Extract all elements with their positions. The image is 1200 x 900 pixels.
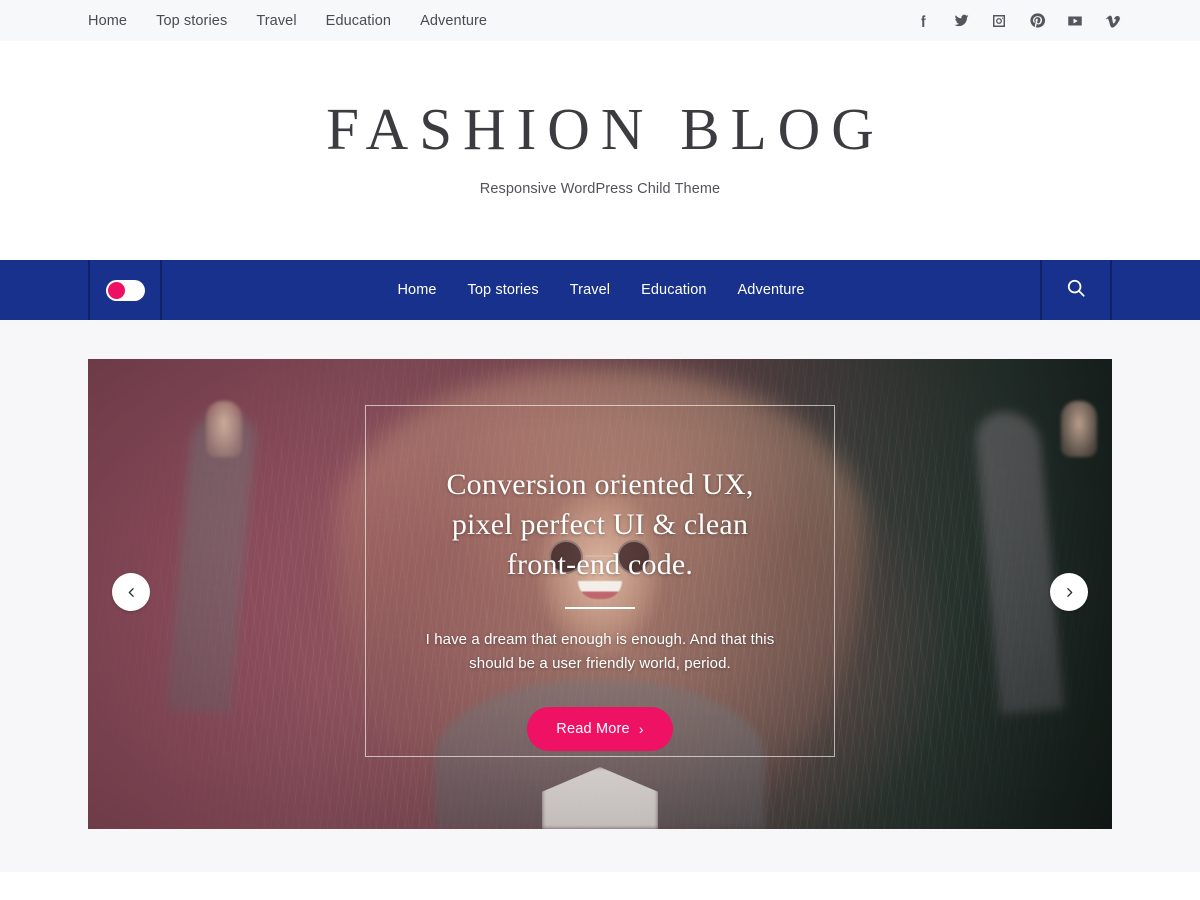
instagram-icon[interactable] <box>990 12 1008 30</box>
hero-slider-section: Conversion oriented UX, pixel perfect UI… <box>0 320 1200 872</box>
hero-subtitle-line-1: I have a dream that enough is enough. An… <box>425 630 775 648</box>
hero-subtitle: I have a dream that enough is enough. An… <box>320 628 880 678</box>
page-footer-area <box>0 872 1200 900</box>
site-header: FASHION BLOG Responsive WordPress Child … <box>0 41 1200 260</box>
chevron-right-icon: › <box>638 721 644 738</box>
hero-headline-line-1: Conversion oriented UX, <box>446 468 754 501</box>
search-icon[interactable] <box>1065 277 1087 304</box>
facebook-icon[interactable] <box>914 12 932 30</box>
top-nav-travel[interactable]: Travel <box>256 13 296 29</box>
hero-headline: Conversion oriented UX, pixel perfect UI… <box>320 465 880 585</box>
twitter-icon[interactable] <box>952 12 970 30</box>
search-button[interactable] <box>1040 260 1112 320</box>
primary-navbar: Home Top stories Travel Education Advent… <box>0 260 1200 320</box>
top-navigation: Home Top stories Travel Education Advent… <box>88 13 487 29</box>
top-utility-bar: Home Top stories Travel Education Advent… <box>0 0 1200 41</box>
read-more-label: Read More <box>556 721 630 738</box>
hero-subtitle-line-2: should be a user friendly world, period. <box>469 655 731 673</box>
menu-toggle-cell[interactable] <box>88 260 162 320</box>
menu-toggle-switch[interactable] <box>105 279 145 301</box>
slider-prev-button[interactable] <box>112 573 150 611</box>
site-tagline: Responsive WordPress Child Theme <box>479 181 721 197</box>
navbar-right-spacer <box>1112 260 1200 320</box>
top-nav-adventure[interactable]: Adventure <box>420 13 487 29</box>
nav-education[interactable]: Education <box>641 282 706 298</box>
social-links <box>914 12 1122 30</box>
primary-navigation: Home Top stories Travel Education Advent… <box>162 260 1040 320</box>
hero-headline-line-2: pixel perfect UI & clean <box>451 507 749 541</box>
read-more-button[interactable]: Read More › <box>527 707 673 752</box>
nav-adventure[interactable]: Adventure <box>738 282 805 298</box>
pinterest-icon[interactable] <box>1028 12 1046 30</box>
hero-caption: Conversion oriented UX, pixel perfect UI… <box>320 359 880 752</box>
hero-divider <box>565 606 635 609</box>
top-nav-home[interactable]: Home <box>88 13 127 29</box>
nav-travel[interactable]: Travel <box>570 282 610 298</box>
vimeo-icon[interactable] <box>1104 12 1122 30</box>
top-nav-top-stories[interactable]: Top stories <box>156 13 227 29</box>
toggle-knob <box>107 281 125 299</box>
top-nav-education[interactable]: Education <box>326 13 391 29</box>
nav-top-stories[interactable]: Top stories <box>468 282 539 298</box>
navbar-left-spacer <box>0 260 88 320</box>
hero-slide: Conversion oriented UX, pixel perfect UI… <box>88 359 1112 829</box>
slider-next-button[interactable] <box>1050 573 1088 611</box>
youtube-icon[interactable] <box>1066 12 1084 30</box>
page-title: FASHION BLOG <box>326 96 885 162</box>
hero-headline-line-3: front-end code. <box>506 547 694 581</box>
nav-home[interactable]: Home <box>397 282 436 298</box>
